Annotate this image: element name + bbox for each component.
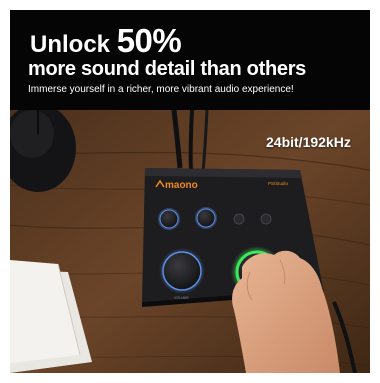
product-banner: maono PS/Studio VOLUME Unlock 50% more s…	[10, 10, 370, 373]
device-model-label: PS/Studio	[268, 181, 289, 186]
monitor-knob[interactable]	[159, 248, 205, 294]
headline-word-unlock: Unlock	[30, 31, 117, 58]
headline-subtitle: more sound detail than others	[28, 58, 306, 80]
spec-badge: 24bit/192kHz	[266, 134, 351, 150]
headline-banner: Unlock 50% more sound detail than others…	[10, 10, 370, 110]
headline-tagline: Immerse yourself in a richer, more vibra…	[28, 84, 294, 95]
gain-knob-left[interactable]	[158, 208, 180, 230]
device-brand-label: maono	[165, 180, 198, 191]
mode-button-right[interactable]	[260, 213, 272, 225]
gain-knob-right[interactable]	[195, 207, 217, 229]
mode-button-left[interactable]	[233, 213, 245, 225]
headline-percent: 50%	[116, 22, 182, 59]
knob-caption-label: VOLUME	[174, 296, 189, 300]
headline-title: Unlock 50%	[30, 22, 182, 59]
